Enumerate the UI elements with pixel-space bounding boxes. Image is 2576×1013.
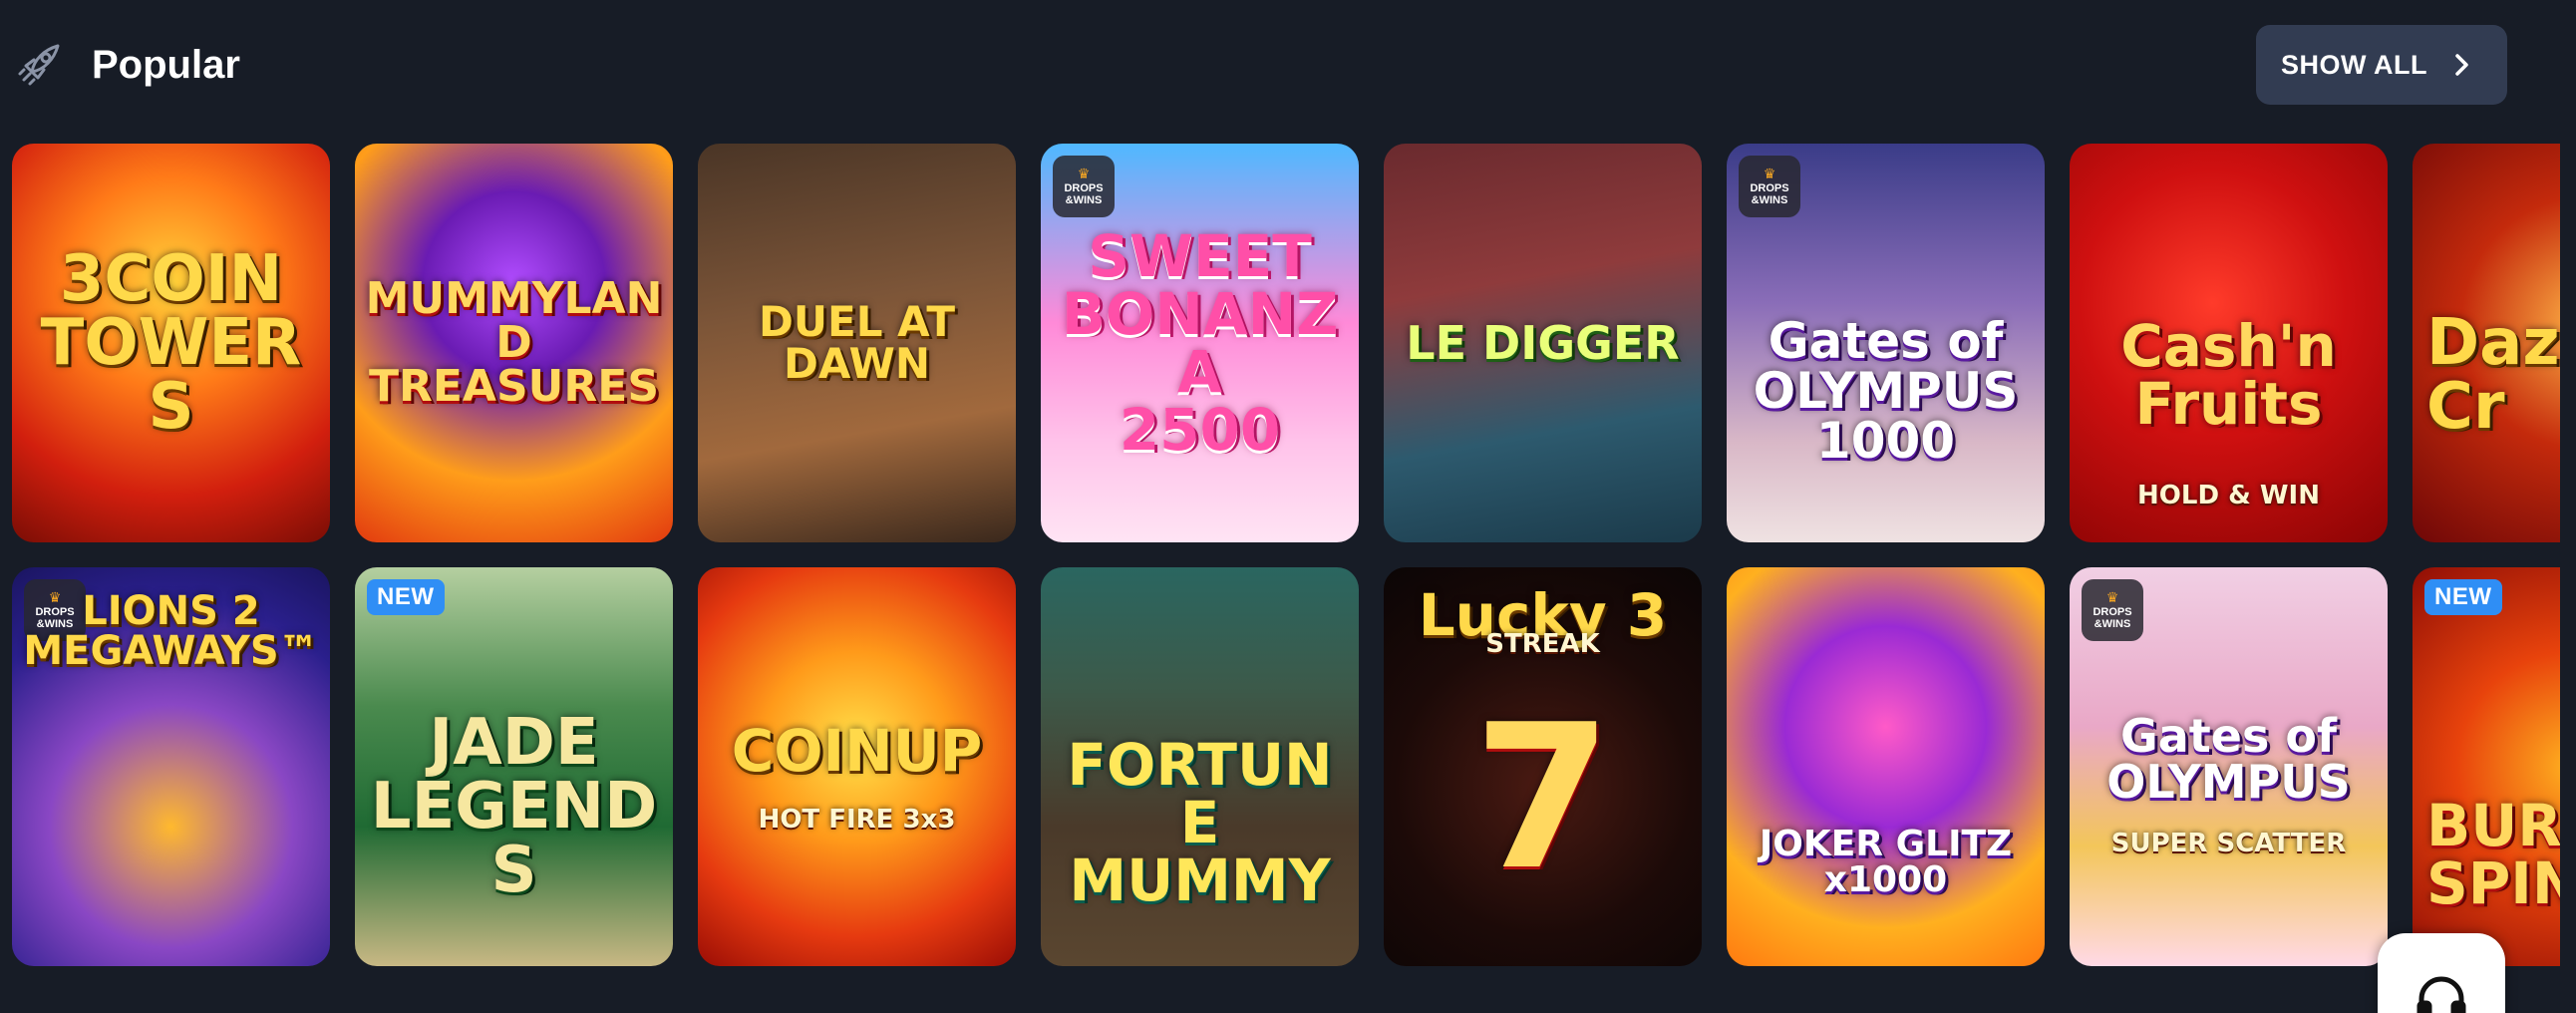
game-title: 3COIN TOWERS [40,242,302,444]
game-tile[interactable]: ♛ DROPS &WINS SWEET BONANZA 2500 [1041,144,1359,542]
new-badge: NEW [2424,579,2502,615]
game-title: LE DIGGER [1406,316,1680,370]
rocket-icon [14,40,64,90]
game-title: FORTUNE MUMMY [1067,731,1333,914]
game-tile[interactable]: Daz Cr [2413,144,2560,542]
game-title: MUMMYLAND TREASURES [365,273,663,412]
headset-icon [2416,976,2466,1013]
game-tile[interactable]: FORTUNE MUMMY [1041,567,1359,966]
game-tile[interactable]: Lucky 3 STREAK 7 [1384,567,1702,966]
game-tile[interactable]: Cash'n Fruits HOLD & WIN [2070,144,2388,542]
game-subtitle: HOT FIRE 3x3 [758,805,956,835]
drops-wins-badge: ♛ DROPS &WINS [1739,156,1800,217]
chevron-right-icon [2447,51,2475,79]
game-tile[interactable]: ♛ DROPS &WINS LIONS 2 MEGAWAYS™ [12,567,330,966]
game-title: BUR SPIN [2426,792,2560,917]
game-title: Daz Cr [2426,306,2560,444]
game-tile[interactable]: COINUP HOT FIRE 3x3 [698,567,1016,966]
game-subtitle: SUPER SCATTER [2110,829,2347,858]
popular-games-section: Popular SHOW ALL 3COIN TOWERS MUMMYLAND … [0,0,2576,1013]
game-tile[interactable]: DUEL AT DAWN [698,144,1016,542]
game-tile[interactable]: ♛ DROPS &WINS Gates of OLYMPUS SUPER SCA… [2070,567,2388,966]
games-carousel[interactable]: 3COIN TOWERS MUMMYLAND TREASURES DUEL AT… [0,132,2560,1013]
game-tile[interactable]: NEW BUR SPIN [2413,567,2560,966]
game-tile[interactable]: 3COIN TOWERS [12,144,330,542]
games-grid: 3COIN TOWERS MUMMYLAND TREASURES DUEL AT… [12,144,2560,966]
drops-wins-badge: ♛ DROPS &WINS [2082,579,2143,641]
game-title: Gates of OLYMPUS 1000 [1753,312,2019,470]
game-tile[interactable]: LE DIGGER [1384,144,1702,542]
crown-icon: ♛ [2105,589,2119,605]
new-badge: NEW [367,579,445,615]
game-title: SWEET BONANZA 2500 [1061,222,1339,464]
game-tile[interactable]: JOKER GLITZ x1000 [1727,567,2045,966]
crown-icon: ♛ [1763,166,1776,181]
game-tile[interactable]: NEW JADE LEGENDS [355,567,673,966]
game-title: Gates of OLYMPUS [2106,709,2351,809]
crown-icon: ♛ [1077,166,1091,181]
game-subtitle: HOLD & WIN [2137,481,2320,510]
support-chat-button[interactable] [2378,933,2505,1013]
game-tile[interactable]: MUMMYLAND TREASURES [355,144,673,542]
show-all-label: SHOW ALL [2281,49,2427,80]
game-title: DUEL AT DAWN [759,297,955,388]
section-header: Popular SHOW ALL [0,0,2576,132]
game-title: JADE LEGENDS [370,706,658,907]
drops-wins-badge: ♛ DROPS &WINS [1053,156,1115,217]
game-tile[interactable]: ♛ DROPS &WINS Gates of OLYMPUS 1000 [1727,144,2045,542]
seven-symbol: 7 [1472,682,1613,914]
show-all-button[interactable]: SHOW ALL [2256,25,2507,105]
game-subtitle: STREAK [1485,629,1600,659]
game-title: Cash'n Fruits [2120,312,2337,438]
game-title: LIONS 2 MEGAWAYS™ [23,588,319,674]
game-title: JOKER GLITZ x1000 [1759,824,2013,900]
section-title: Popular [92,43,240,87]
game-title: COINUP [731,717,983,785]
